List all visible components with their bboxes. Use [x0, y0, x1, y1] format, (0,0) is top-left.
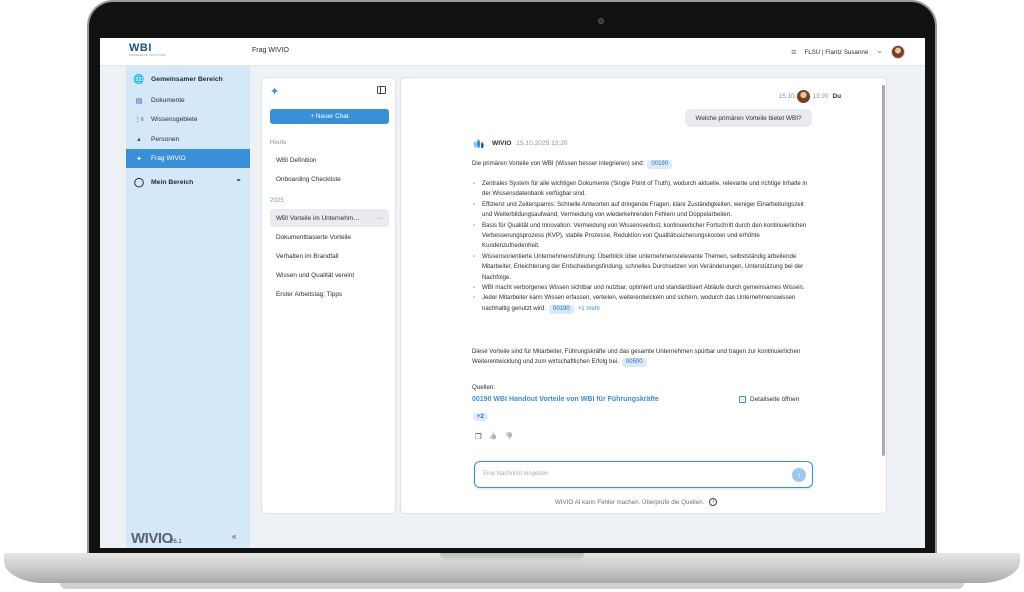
sidebar-item-personen[interactable]: ▲ Personen	[126, 130, 250, 149]
sources-label: Quellen:	[472, 384, 496, 391]
page-title: Frag WIVIO	[252, 47, 289, 54]
camera	[598, 18, 604, 24]
history-group-label: Heute	[270, 139, 287, 146]
sidebar-item-label: Gemeinsamer Bereich	[151, 76, 223, 83]
history-item-label: Erster Arbeitstag: Tipps	[276, 290, 343, 298]
sidebar-item-label: Wissensgebiete	[151, 116, 198, 123]
sidebar-item-label: Frag WIVIO	[151, 155, 186, 162]
user-name[interactable]: FLSU | Flantz Susanne	[804, 49, 868, 56]
detail-page-label: Detailseite öffnen	[750, 396, 800, 403]
knowledge-areas-icon: ⋮≡	[134, 117, 144, 123]
list-item: Wissensorientierte Unternehmensführung: …	[472, 252, 812, 283]
sidebar-item-frag-wivio[interactable]: ✦ Frag WIVIO	[126, 149, 250, 168]
user-message-author: Du	[832, 93, 841, 100]
open-detail-icon: →	[739, 396, 746, 403]
sparkle-icon: ✦	[136, 155, 142, 163]
message-input-placeholder: Eine Nachricht eingeben	[483, 471, 549, 477]
avatar	[797, 90, 810, 103]
history-item[interactable]: Verhalten im Brandfall	[270, 247, 389, 265]
wbi-logo[interactable]: WBI KNOWLEDGE SOLUTIONS	[129, 43, 166, 58]
list-item: Jeder Mitarbeiter kann Wissen erfassen, …	[472, 293, 812, 314]
sparkle-icon: ✦	[270, 86, 280, 98]
history-item-label: WBI Definition	[276, 156, 317, 164]
list-icon[interactable]: ≡	[791, 47, 796, 57]
ai-message-meta: WIVIO 15.10.2025 13:20	[492, 140, 568, 147]
history-item[interactable]: Wissen und Qualität vereint	[270, 266, 389, 284]
wivio-logo: WIVIO	[131, 530, 173, 547]
detail-page-link[interactable]: → Detailseite öffnen	[739, 396, 799, 403]
source-chip[interactable]: 00190	[549, 304, 574, 314]
send-button[interactable]: ↑	[792, 468, 806, 482]
copy-icon[interactable]: ❐	[475, 432, 482, 441]
user-menu[interactable]: ≡ FLSU | Flantz Susanne ⌄	[791, 42, 905, 62]
top-bar: WBI KNOWLEDGE SOLUTIONS Frag WIVIO ≡ FLS…	[100, 38, 925, 66]
chat-history-panel: ✦ + Neuer Chat Heute WBI Definition Onbo…	[261, 77, 396, 514]
more-sources-link[interactable]: +1 mehr	[578, 305, 601, 312]
thumbs-up-icon[interactable]: 👍	[489, 432, 497, 440]
history-item-label: Wissen und Qualität vereint	[276, 271, 355, 279]
source-chip[interactable]: 00190	[647, 160, 673, 169]
history-item[interactable]: Onboarding Checkliste	[270, 170, 389, 188]
history-item[interactable]: Erster Arbeitstag: Tipps	[270, 285, 389, 303]
sidebar-item-dokumente[interactable]: ▤ Dokumente	[126, 91, 250, 110]
thumbs-down-icon[interactable]: 👎	[505, 432, 513, 440]
user-outline-icon: ◯	[133, 177, 145, 187]
list-item: Effizienz und Zeitersparnis: Schnelle An…	[472, 200, 812, 221]
history-item[interactable]: Dokumentbasierte Vorteile	[270, 228, 389, 246]
more-options-icon[interactable]: ···	[376, 215, 383, 222]
sidebar: 🌐 Gemeinsamer Bereich ▤ Dokumente ⋮≡ Wis…	[126, 66, 250, 548]
history-item-label: Verhalten im Brandfall	[276, 252, 339, 260]
scrollbar[interactable]	[882, 85, 885, 456]
sidebar-item-label: Dokumente	[151, 97, 185, 104]
sidebar-item-label: Personen	[151, 136, 180, 143]
ai-message-author: WIVIO	[492, 140, 512, 147]
sidebar-item-mein-bereich[interactable]: ◯ Mein Bereich ⌄	[126, 173, 250, 192]
history-item[interactable]: WBI Definition	[270, 151, 389, 169]
list-item-text: Jeder Mitarbeiter kann Wissen erfassen, …	[482, 294, 796, 312]
ai-intro: Die primären Vorteile von WBI (Wissen be…	[472, 159, 812, 169]
list-item: Basis für Qualität und Innovation: Verme…	[472, 221, 812, 252]
message-input[interactable]: Eine Nachricht eingeben ↑	[474, 461, 813, 488]
ai-closing: Diese Vorteile sind für Mitarbeiter, Füh…	[472, 347, 812, 368]
sidebar-item-wissensgebiete[interactable]: ⋮≡ Wissensgebiete	[126, 110, 250, 129]
ai-bullet-list: Zentrales System für alle wichtigen Doku…	[472, 179, 812, 314]
globe-icon: 🌐	[133, 74, 145, 84]
disclaimer-text: WIVIO AI kann Fehler machen. Überprüfe d…	[555, 498, 705, 506]
disclaimer: WIVIO AI kann Fehler machen. Überprüfe d…	[555, 498, 718, 506]
source-link[interactable]: 00190 WBI Handout Vorteile von WBI für F…	[472, 396, 659, 403]
history-group-label: 2025	[270, 197, 284, 204]
history-item-label: Dokumentbasierte Vorteile	[276, 233, 351, 241]
toggle-panel-icon[interactable]	[377, 86, 386, 94]
list-item: Zentrales System für alle wichtigen Doku…	[472, 179, 812, 200]
info-icon[interactable]: i	[709, 498, 718, 506]
list-item: WBI macht verborgenes Wissen sichtbar un…	[472, 283, 812, 294]
avatar[interactable]	[891, 45, 905, 59]
history-item-label: WBI Vorteile im Unternehm…	[276, 214, 360, 222]
ai-message-time: 15.10.2025 13:20	[516, 140, 568, 147]
person-icon: ▲	[136, 136, 142, 143]
chevron-down-icon[interactable]: ⌄	[876, 46, 883, 55]
history-item-selected[interactable]: WBI Vorteile im Unternehm… ···	[270, 209, 389, 227]
laptop-frame: WBI KNOWLEDGE SOLUTIONS Frag WIVIO ≡ FLS…	[0, 0, 1024, 592]
source-chip[interactable]: 00500	[621, 358, 647, 368]
laptop-shadow	[60, 583, 964, 589]
user-message-bubble: Welche primären Vorteile bietet WBI?	[685, 109, 812, 127]
ai-intro-text: Die primären Vorteile von WBI (Wissen be…	[472, 160, 645, 167]
laptop-notch	[440, 553, 584, 561]
collapse-sidebar-icon[interactable]: «	[232, 532, 236, 541]
app-screen: WBI KNOWLEDGE SOLUTIONS Frag WIVIO ≡ FLS…	[100, 38, 925, 548]
more-sources-chip[interactable]: +2	[473, 413, 488, 421]
documents-icon: ▤	[135, 97, 143, 105]
new-chat-button[interactable]: + Neuer Chat	[270, 109, 389, 124]
chevron-down-icon[interactable]: ⌄	[235, 174, 242, 183]
wivio-ai-logo-icon	[473, 139, 484, 149]
version-label: 26.1	[170, 539, 182, 545]
sidebar-item-label: Mein Bereich	[151, 179, 194, 186]
sidebar-item-gemeinsamer-bereich[interactable]: 🌐 Gemeinsamer Bereich	[126, 70, 250, 89]
history-item-label: Onboarding Checkliste	[276, 175, 341, 183]
